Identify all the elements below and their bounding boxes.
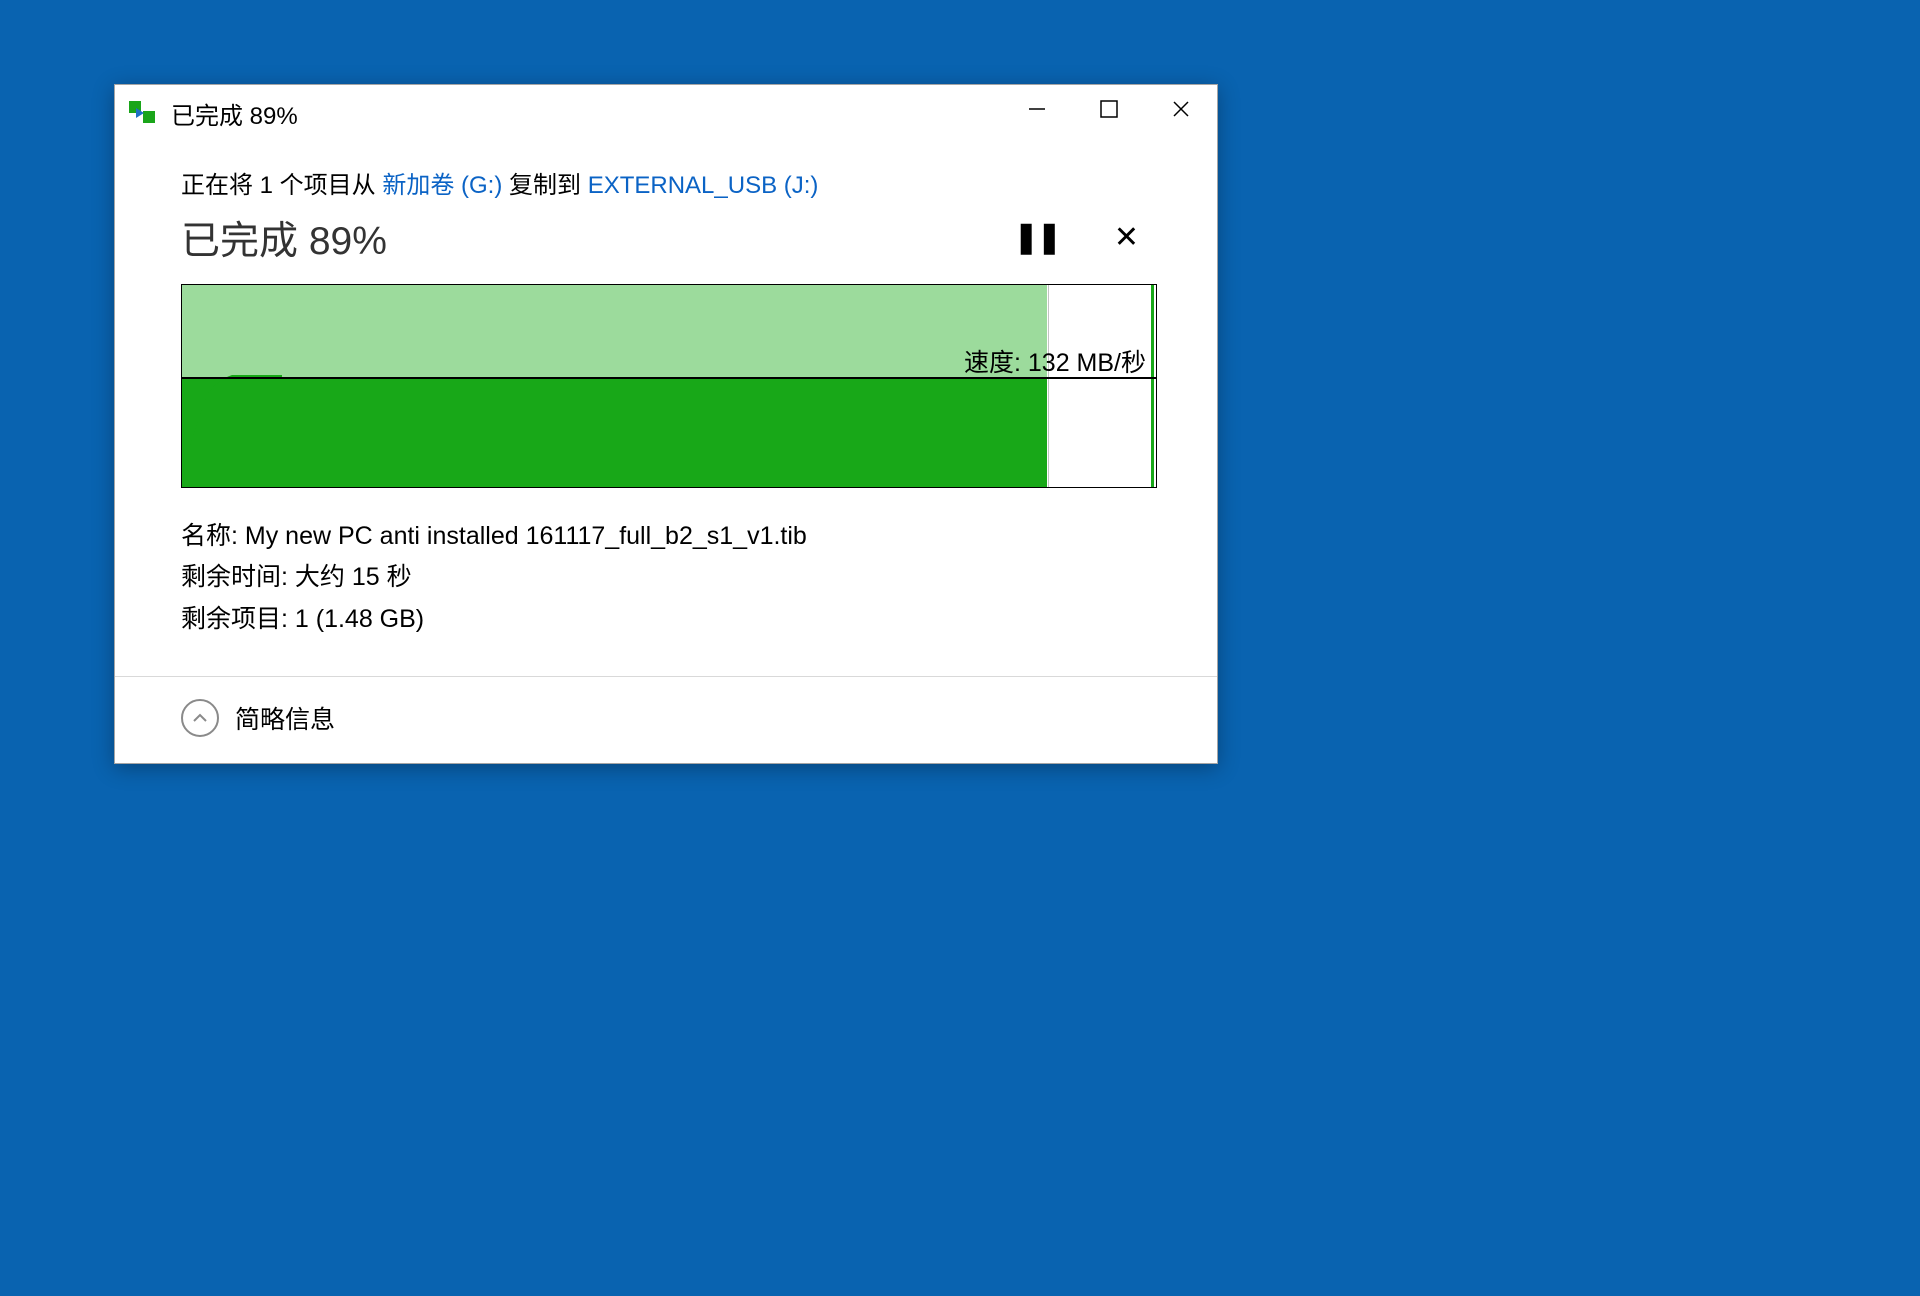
dest-link[interactable]: EXTERNAL_USB (J:) <box>588 172 819 199</box>
copy-description: 正在将 1 个项目从 新加卷 (G:) 复制到 EXTERNAL_USB (J:… <box>181 165 1151 200</box>
title-bar[interactable]: 已完成 89% <box>115 85 1217 141</box>
chart-gridline <box>1048 285 1049 487</box>
window-controls <box>1001 85 1217 141</box>
chevron-up-icon <box>192 710 208 726</box>
dialog-footer: 简略信息 <box>115 676 1217 763</box>
speed-chart: 速度: 132 MB/秒 <box>181 284 1157 488</box>
progress-row: 已完成 89% ❚❚ ✕ <box>181 210 1151 266</box>
detail-name-row: 名称: My new PC anti installed 161117_full… <box>181 516 1151 557</box>
collapse-toggle[interactable] <box>181 699 219 737</box>
window-title: 已完成 89% <box>171 96 1001 131</box>
pause-button[interactable]: ❚❚ <box>1014 223 1060 253</box>
collapse-label[interactable]: 简略信息 <box>235 700 335 736</box>
dialog-content: 正在将 1 个项目从 新加卷 (G:) 复制到 EXTERNAL_USB (J:… <box>115 141 1217 676</box>
detail-time-value: 大约 15 秒 <box>295 563 412 591</box>
detail-time-row: 剩余时间: 大约 15 秒 <box>181 557 1151 598</box>
chart-right-edge <box>1151 285 1154 487</box>
action-buttons: ❚❚ ✕ <box>1014 223 1151 253</box>
source-link[interactable]: 新加卷 (G:) <box>382 172 502 199</box>
progress-label: 已完成 89% <box>181 210 387 266</box>
chart-lower-fill <box>182 377 1047 487</box>
speed-label: 速度: 132 MB/秒 <box>964 343 1146 379</box>
detail-name-label: 名称: <box>181 522 245 550</box>
chart-upper-fill <box>182 285 1047 377</box>
detail-time-label: 剩余时间: <box>181 563 295 591</box>
close-button[interactable] <box>1145 85 1217 133</box>
detail-items-value: 1 (1.48 GB) <box>295 605 424 633</box>
copy-icon <box>129 101 157 125</box>
copy-mid: 复制到 <box>502 172 587 199</box>
detail-name-value: My new PC anti installed 161117_full_b2_… <box>245 522 807 550</box>
cancel-button[interactable]: ✕ <box>1114 223 1139 253</box>
detail-items-label: 剩余项目: <box>181 605 295 633</box>
copy-prefix: 正在将 1 个项目从 <box>181 172 382 199</box>
details-block: 名称: My new PC anti installed 161117_full… <box>181 516 1151 668</box>
minimize-button[interactable] <box>1001 85 1073 133</box>
detail-items-row: 剩余项目: 1 (1.48 GB) <box>181 599 1151 640</box>
copy-dialog: 已完成 89% 正在将 1 个项目从 新加卷 (G:) 复制到 EXTERNAL… <box>114 84 1218 764</box>
maximize-button[interactable] <box>1073 85 1145 133</box>
